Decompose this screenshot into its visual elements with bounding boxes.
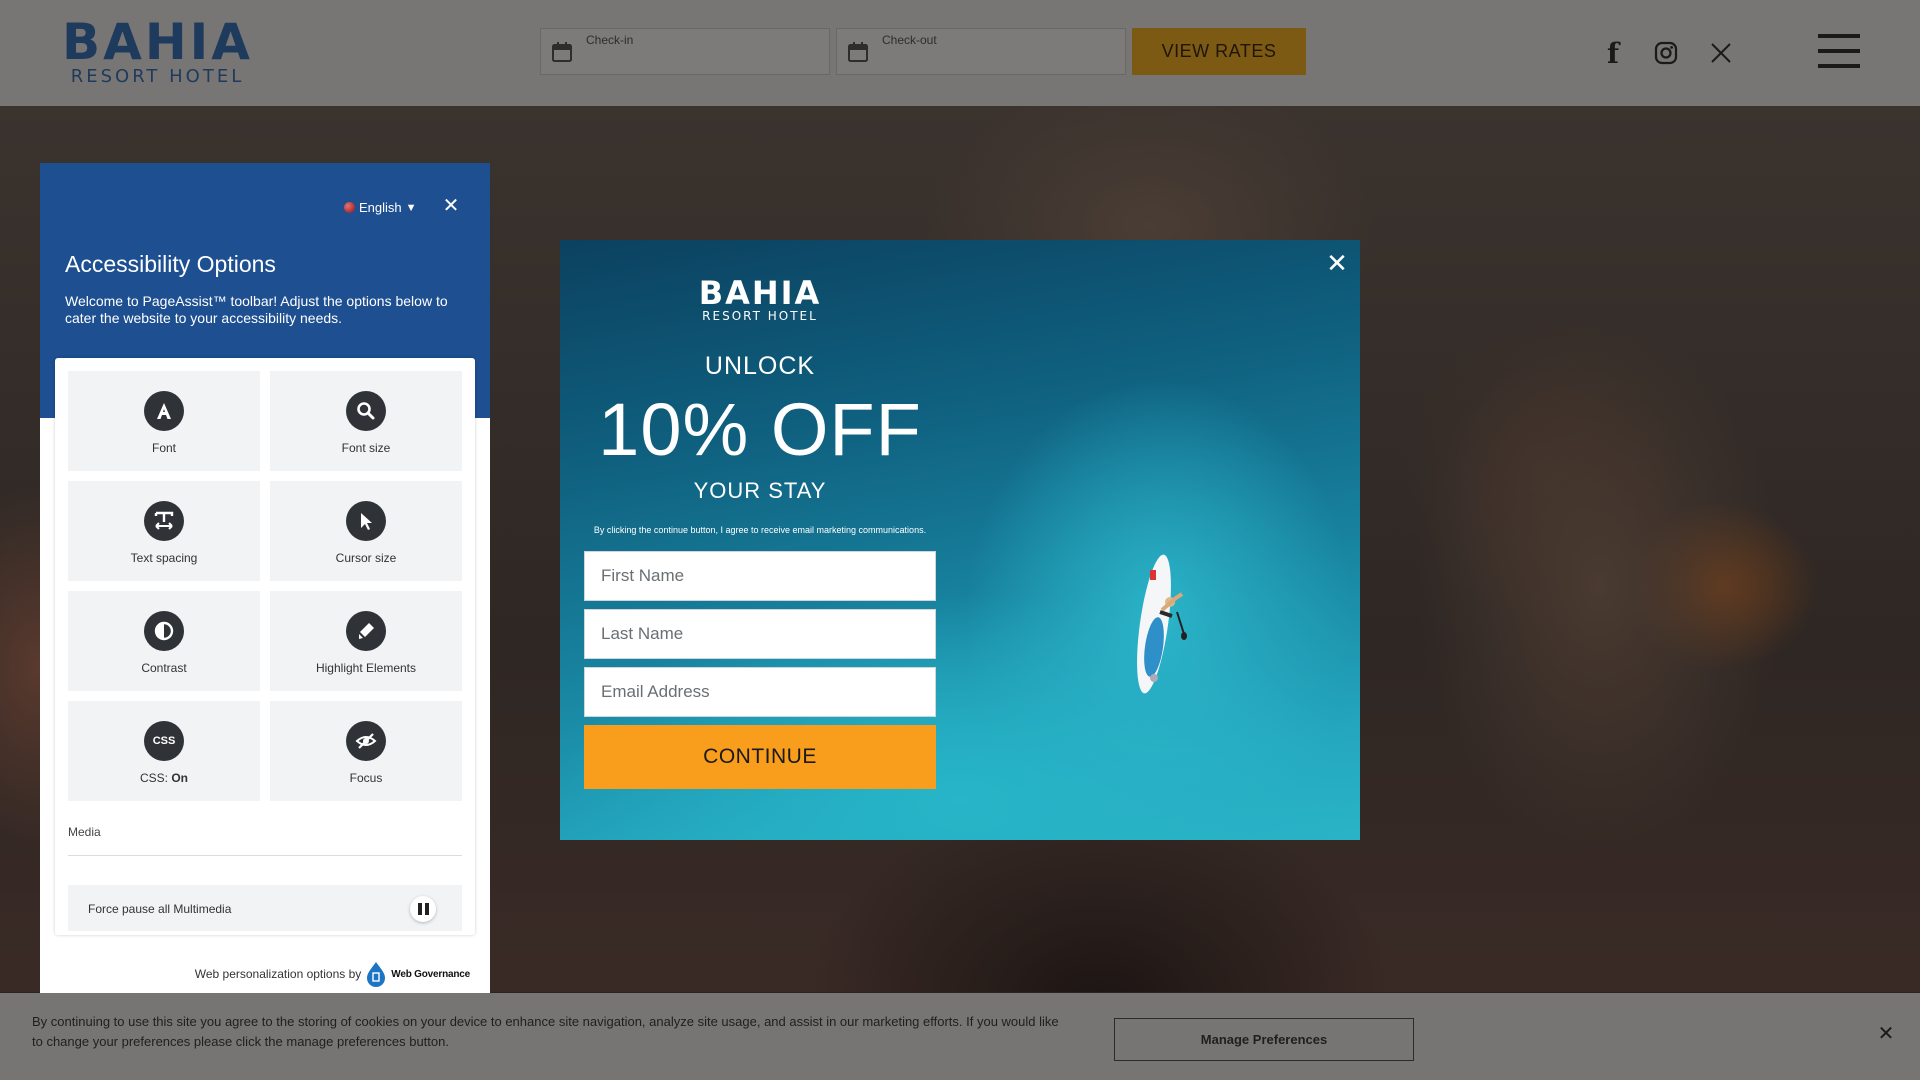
accessibility-options-card: Font Font size Text spacing Cursor size (55, 358, 475, 935)
x-icon[interactable] (1706, 38, 1736, 68)
instagram-icon[interactable] (1651, 38, 1681, 68)
calendar-icon (848, 42, 868, 62)
checkin-field[interactable]: Check-in (540, 28, 830, 75)
css-state: On (171, 771, 188, 785)
facebook-icon[interactable]: f (1598, 37, 1628, 70)
text-spacing-icon (144, 501, 184, 541)
option-label: Font size (341, 441, 391, 455)
promo-unlock: UNLOCK (704, 352, 816, 380)
pause-icon[interactable] (410, 896, 436, 922)
x-glyph (1711, 43, 1731, 63)
email-field[interactable] (584, 667, 936, 717)
option-label: Font (151, 441, 176, 455)
close-icon[interactable]: ✕ (1325, 251, 1349, 277)
search-icon (346, 391, 386, 431)
cursor-icon (346, 501, 386, 541)
accessibility-panel: English ▼ ✕ Accessibility Options Welcom… (40, 163, 490, 993)
option-font[interactable]: Font (68, 371, 260, 471)
menu-icon[interactable] (1818, 34, 1860, 68)
force-pause-row[interactable]: Force pause all Multimedia (68, 885, 462, 931)
view-rates-button[interactable]: VIEW RATES (1132, 28, 1306, 75)
promo-your-stay: YOUR STAY (693, 478, 827, 503)
option-cursor-size[interactable]: Cursor size (270, 481, 462, 581)
continue-button[interactable]: CONTINUE (584, 725, 936, 789)
close-icon[interactable]: ✕ (1876, 1023, 1896, 1043)
web-governance-brand[interactable]: Web Governance (391, 969, 470, 980)
option-label: Text spacing (130, 551, 198, 565)
option-font-size[interactable]: Font size (270, 371, 462, 471)
logo-subtitle: RESORT HOTEL (70, 66, 245, 87)
promo-logo: BAHIA RESORT HOTEL (690, 276, 830, 322)
option-label: Cursor size (335, 551, 397, 565)
promo-modal: ✕ BAHIA RESORT HOTEL UNLOCK 10% OFF YOUR… (560, 240, 1360, 840)
focus-icon (346, 721, 386, 761)
instagram-glyph (1654, 41, 1678, 65)
logo-brand: BAHIA (62, 13, 253, 71)
web-governance-logo-icon (367, 962, 386, 987)
css-icon: CSS (144, 721, 184, 761)
highlighter-icon (346, 611, 386, 651)
option-label: Contrast (141, 661, 187, 675)
checkout-field[interactable]: Check-out (836, 28, 1126, 75)
cookie-text: By continuing to use this site you agree… (32, 1014, 1059, 1049)
promo-logo-brand: BAHIA (698, 274, 822, 312)
cookie-banner: By continuing to use this site you agree… (0, 993, 1920, 1080)
powered-by-text: Web personalization options by (194, 967, 362, 981)
contrast-icon (144, 611, 184, 651)
option-text-spacing[interactable]: Text spacing (68, 481, 260, 581)
site-logo[interactable]: BAHIA RESORT HOTEL (50, 16, 265, 86)
promo-logo-subtitle: RESORT HOTEL (702, 309, 818, 323)
promo-discount: 10% OFF (598, 388, 922, 471)
last-name-field[interactable] (584, 609, 936, 659)
language-selector[interactable]: English ▼ (344, 200, 417, 215)
option-css[interactable]: CSS CSS: On (68, 701, 260, 801)
font-icon (144, 391, 184, 431)
calendar-icon (552, 42, 572, 62)
option-highlight-elements[interactable]: Highlight Elements (270, 591, 462, 691)
accessibility-title: Accessibility Options (65, 251, 276, 277)
divider (68, 855, 462, 856)
media-heading: Media (68, 825, 101, 839)
force-pause-label: Force pause all Multimedia (88, 902, 232, 916)
option-label: CSS: On (139, 771, 188, 785)
option-contrast[interactable]: Contrast (68, 591, 260, 691)
promo-consent-text: By clicking the continue button, I agree… (593, 525, 927, 535)
site-header: BAHIA RESORT HOTEL Check-in Check-out VI… (0, 0, 1920, 106)
language-label: English (359, 200, 402, 215)
chevron-down-icon: ▼ (405, 201, 417, 214)
paddleboarder-image (1137, 554, 1187, 694)
checkout-label: Check-out (882, 33, 937, 47)
manage-preferences-button[interactable]: Manage Preferences (1114, 1018, 1414, 1061)
close-icon[interactable]: ✕ (440, 195, 462, 217)
option-label: Highlight Elements (315, 661, 417, 675)
option-focus[interactable]: Focus (270, 701, 462, 801)
us-flag-icon (344, 202, 355, 213)
option-label: Focus (349, 771, 383, 785)
accessibility-description: Welcome to PageAssist™ toolbar! Adjust t… (65, 293, 448, 326)
checkin-label: Check-in (586, 33, 634, 47)
first-name-field[interactable] (584, 551, 936, 601)
powered-by: Web personalization options by Web Gover… (40, 961, 470, 987)
